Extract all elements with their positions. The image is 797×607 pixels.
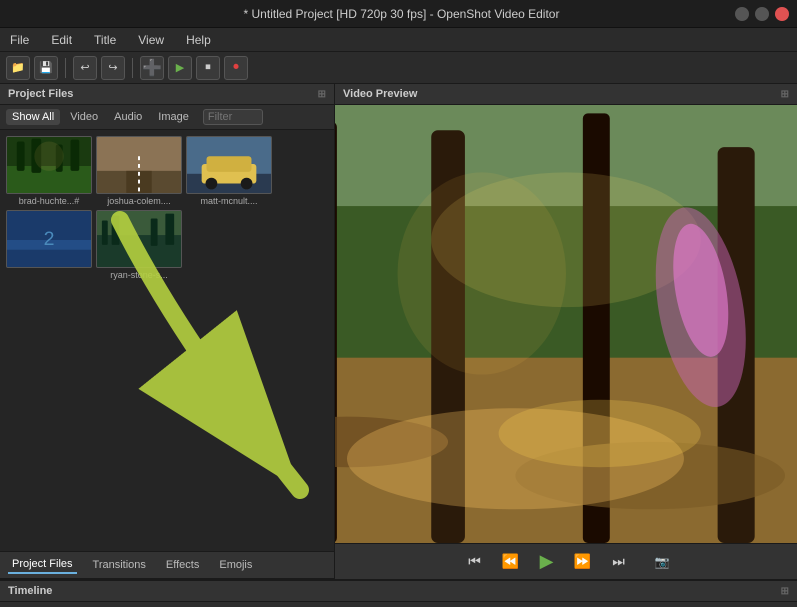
title-bar: * Untitled Project [HD 720p 30 fps] - Op…	[0, 0, 797, 28]
menu-bar: File Edit Title View Help	[0, 28, 797, 52]
preview-icon: ⊞	[781, 89, 789, 100]
media-label-road: joshua-colem....	[96, 196, 182, 206]
filter-input[interactable]	[203, 109, 263, 125]
video-preview-area	[335, 105, 797, 543]
bottom-left-tabs: Project Files Transitions Effects Emojis	[0, 551, 334, 579]
timeline-section: Timeline ⊞ ➕ ↩ ✂ ◀| |▶ ↔ ⊕ 🔒 00:00:08.22…	[0, 579, 797, 607]
menu-title[interactable]: Title	[90, 31, 120, 49]
right-panel: Video Preview ⊞	[335, 84, 797, 579]
video-preview-title: Video Preview	[343, 88, 417, 100]
toolbar-separator	[65, 58, 66, 78]
project-files-grid: brad-huchte...# joshua-colem....	[0, 130, 334, 551]
tab-emojis[interactable]: Emojis	[215, 557, 256, 573]
timeline-title: Timeline	[8, 585, 52, 597]
toolbar-separator-2	[132, 58, 133, 78]
video-controls: ⏮ ⏪ ▶ ⏩ ⏭ 📷	[335, 543, 797, 579]
project-files-tabs: Show All Video Audio Image	[0, 105, 334, 130]
main-content: Project Files ⊞ Show All Video Audio Ima…	[0, 84, 797, 579]
undo-button[interactable]: ↩	[73, 56, 97, 80]
media-item-road[interactable]: joshua-colem....	[96, 136, 182, 206]
minimize-button[interactable]	[735, 7, 749, 21]
preview-svg	[335, 105, 797, 543]
timeline-toolbar: ➕ ↩ ✂ ◀| |▶ ↔ ⊕ 🔒	[0, 602, 797, 607]
tab-transitions[interactable]: Transitions	[89, 557, 150, 573]
tab-show-all[interactable]: Show All	[6, 109, 60, 125]
tab-effects[interactable]: Effects	[162, 557, 203, 573]
menu-help[interactable]: Help	[182, 31, 215, 49]
rewind-all-button[interactable]: ⏮	[463, 550, 487, 574]
menu-edit[interactable]: Edit	[47, 31, 76, 49]
fast-forward-button[interactable]: ⏩	[571, 550, 595, 574]
tab-video[interactable]: Video	[64, 109, 104, 125]
project-files-header: Project Files ⊞	[0, 84, 334, 105]
menu-view[interactable]: View	[134, 31, 168, 49]
menu-file[interactable]: File	[6, 31, 33, 49]
play-button[interactable]: ▶	[168, 56, 192, 80]
svg-text:2: 2	[44, 228, 55, 250]
open-button[interactable]: 📁	[6, 56, 30, 80]
timeline-header: Timeline ⊞	[0, 581, 797, 602]
media-item-brad[interactable]: brad-huchte...#	[6, 136, 92, 206]
maximize-button[interactable]	[755, 7, 769, 21]
save-button[interactable]: 💾	[34, 56, 58, 80]
skip-end-button[interactable]: ⏭	[607, 550, 631, 574]
media-item-blue[interactable]: 2	[6, 210, 92, 280]
left-panel: Project Files ⊞ Show All Video Audio Ima…	[0, 84, 335, 579]
media-label-car: matt-mcnult....	[186, 196, 272, 206]
redo-button[interactable]: ↪	[101, 56, 125, 80]
media-item-stone[interactable]: ryan-stone-s...	[96, 210, 182, 280]
media-label-stone: ryan-stone-s...	[96, 270, 182, 280]
stop-button[interactable]: ⏹	[196, 56, 220, 80]
tab-project-files[interactable]: Project Files	[8, 556, 77, 574]
record-button[interactable]: ⏺	[224, 56, 248, 80]
add-button[interactable]: ➕	[140, 56, 164, 80]
close-button[interactable]	[775, 7, 789, 21]
snapshot-button[interactable]: 📷	[655, 555, 670, 569]
project-files-icon: ⊞	[318, 89, 326, 100]
window-title: * Untitled Project [HD 720p 30 fps] - Op…	[68, 7, 735, 21]
media-label-brad: brad-huchte...#	[6, 196, 92, 206]
tab-image[interactable]: Image	[152, 109, 195, 125]
video-preview-header: Video Preview ⊞	[335, 84, 797, 105]
play-pause-button[interactable]: ▶	[535, 550, 559, 574]
project-files-title: Project Files	[8, 88, 73, 100]
media-item-car[interactable]: matt-mcnult....	[186, 136, 272, 206]
timeline-icon: ⊞	[781, 586, 789, 597]
toolbar: 📁 💾 ↩ ↪ ➕ ▶ ⏹ ⏺	[0, 52, 797, 84]
rewind-button[interactable]: ⏪	[499, 550, 523, 574]
tab-audio[interactable]: Audio	[108, 109, 148, 125]
